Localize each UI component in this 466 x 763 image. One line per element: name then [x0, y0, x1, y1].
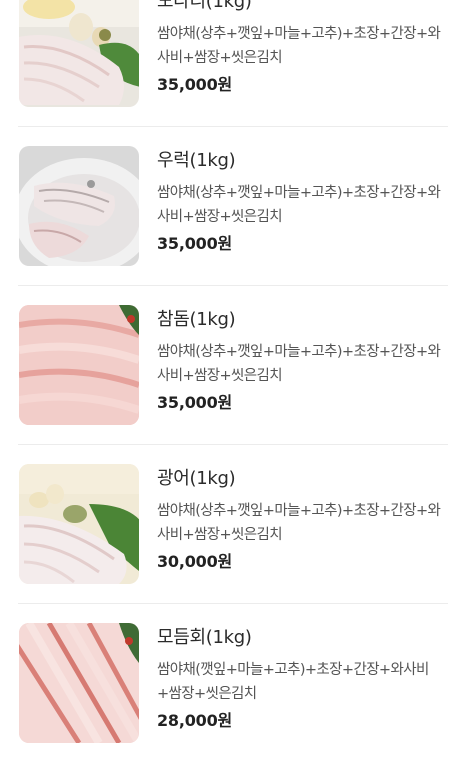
- menu-item[interactable]: 광어(1kg) 쌈야채(상추+깻잎+마늘+고추)+초장+간장+와사비+쌈장+씻은…: [0, 445, 466, 604]
- menu-item-price: 30,000원: [157, 552, 233, 571]
- halibut-sashimi-image: [19, 464, 139, 584]
- flounder-sashimi-image: [19, 0, 139, 107]
- menu-item-description: 쌈야채(깻잎+마늘+고추)+초장+간장+와사비+쌈장+씻은김치: [157, 662, 429, 702]
- menu-item-price: 35,000원: [157, 393, 233, 412]
- menu-item-name: 참돔(1kg): [157, 309, 236, 330]
- menu-item-name: 모듬회(1kg): [157, 627, 252, 648]
- menu-item[interactable]: 모듬회(1kg) 쌈야채(깻잎+마늘+고추)+초장+간장+와사비+쌈장+씻은김치…: [0, 604, 466, 763]
- menu-item-name: 우럭(1kg): [157, 150, 236, 171]
- menu-item-description: 쌈야채(상추+깻잎+마늘+고추)+초장+간장+와사비+쌈장+씻은김치: [157, 503, 441, 543]
- halibut-sashimi-photo: [19, 464, 139, 584]
- flounder-sashimi-photo: [19, 0, 139, 107]
- menu-item-price: 28,000원: [157, 711, 233, 730]
- menu-item-description: 쌈야채(상추+깻잎+마늘+고추)+초장+간장+와사비+쌈장+씻은김치: [157, 26, 441, 66]
- menu-item-name: 광어(1kg): [157, 468, 236, 489]
- menu-item-name: 도다리(1kg): [157, 0, 252, 12]
- menu-list: 도다리(1kg) 쌈야채(상추+깻잎+마늘+고추)+초장+간장+와사비+쌈장+씻…: [0, 0, 466, 763]
- menu-item-price: 35,000원: [157, 75, 233, 94]
- menu-item-description: 쌈야채(상추+깻잎+마늘+고추)+초장+간장+와사비+쌈장+씻은김치: [157, 344, 441, 384]
- rockfish-sashimi-photo: [19, 146, 139, 266]
- assorted-sashimi-image: [19, 623, 139, 743]
- red-seabream-sashimi-photo: [19, 305, 139, 425]
- menu-item[interactable]: 우럭(1kg) 쌈야채(상추+깻잎+마늘+고추)+초장+간장+와사비+쌈장+씻은…: [0, 127, 466, 286]
- assorted-sashimi-photo: [19, 623, 139, 743]
- rockfish-sashimi-image: [19, 146, 139, 266]
- red-seabream-sashimi-image: [19, 305, 139, 425]
- menu-item-description: 쌈야채(상추+깻잎+마늘+고추)+초장+간장+와사비+쌈장+씻은김치: [157, 185, 441, 225]
- menu-item-price: 35,000원: [157, 234, 233, 253]
- menu-item[interactable]: 참돔(1kg) 쌈야채(상추+깻잎+마늘+고추)+초장+간장+와사비+쌈장+씻은…: [0, 286, 466, 445]
- menu-item[interactable]: 도다리(1kg) 쌈야채(상추+깻잎+마늘+고추)+초장+간장+와사비+쌈장+씻…: [0, 0, 466, 127]
